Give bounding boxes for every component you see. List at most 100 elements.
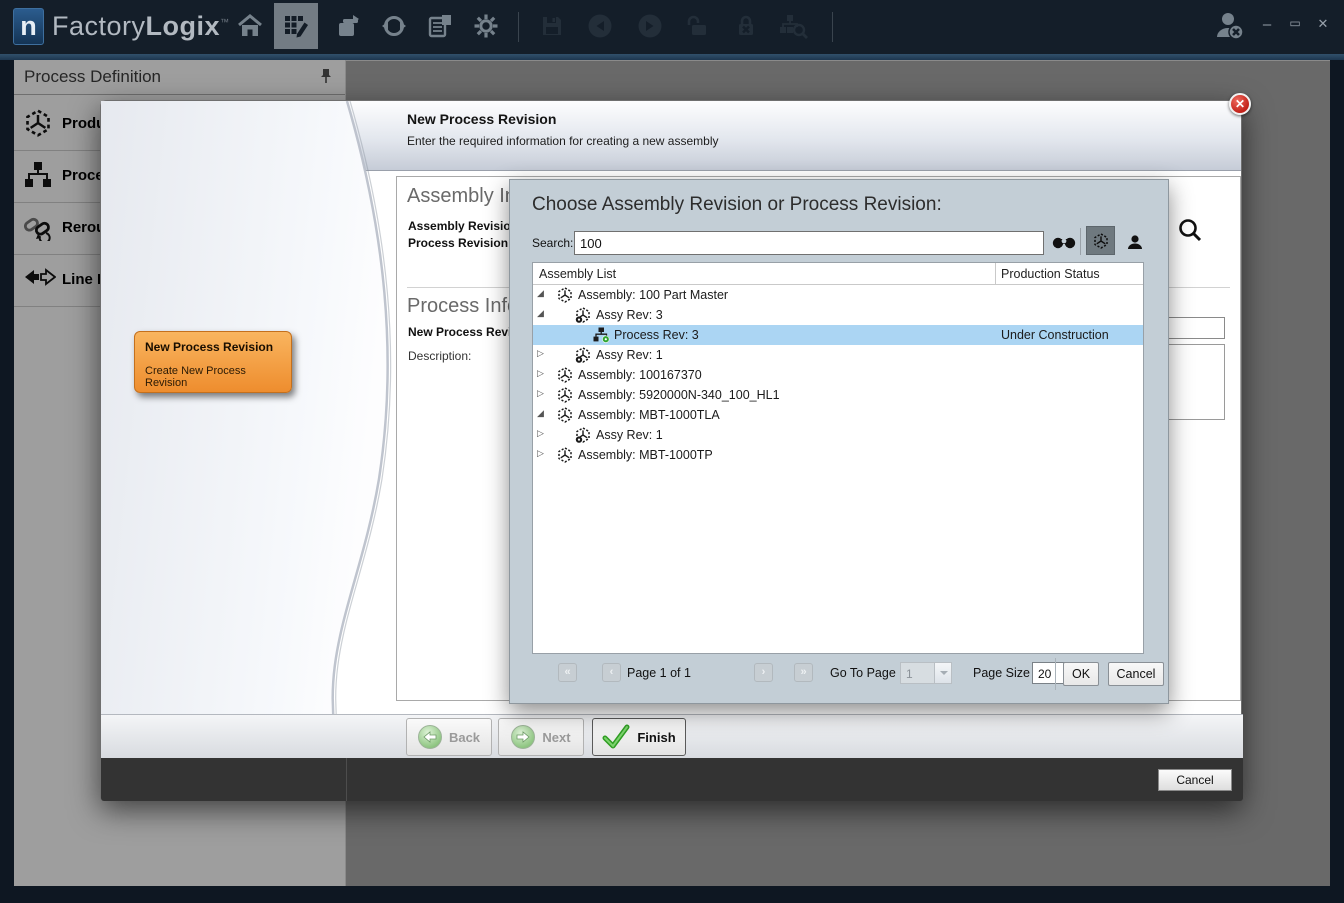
tree-row[interactable]: ◢Assy Rev: 3 [533, 305, 1143, 325]
back-button[interactable]: Back [406, 718, 492, 756]
assy-rev-icon [575, 307, 591, 323]
tree-row-label: Assembly: 5920000N-340_100_HL1 [578, 388, 780, 402]
home-icon[interactable] [228, 3, 272, 49]
assy-rev-icon [575, 347, 591, 363]
org-chart-icon [24, 161, 52, 189]
dialog-title: New Process Revision [407, 111, 556, 127]
sidebar-header: Process Definition [14, 60, 345, 95]
finish-button[interactable]: Finish [592, 718, 686, 756]
assembly-icon [557, 407, 573, 423]
process-info-heading: Process Infor [407, 295, 525, 318]
dialog-subtitle: Enter the required information for creat… [407, 134, 719, 148]
expand-toggle-icon[interactable]: ▷ [537, 348, 549, 359]
page-size-label: Page Size [973, 666, 1030, 680]
dialog-cancel-button[interactable]: Cancel [1158, 769, 1232, 791]
tree-row[interactable]: ◢Assembly: MBT-1000TLA [533, 405, 1143, 425]
first-page-button[interactable]: « [558, 663, 577, 682]
tree-row-label: Assembly: 100167370 [578, 368, 702, 382]
wizard-side-pane [101, 101, 421, 758]
assembly-icon [557, 447, 573, 463]
pin-icon[interactable] [319, 68, 333, 84]
tree-row-label: Assy Rev: 1 [596, 348, 663, 362]
column-divider[interactable] [995, 263, 996, 285]
column-assembly-list[interactable]: Assembly List [539, 267, 616, 281]
assembly-revision-label: Assembly Revisio [408, 219, 511, 233]
dialog-header: New Process Revision Enter the required … [346, 101, 1241, 171]
callout-text: Create New Process Revision [145, 365, 291, 389]
new-process-revision-dialog: New Process Revision Enter the required … [100, 100, 1242, 800]
next-page-button[interactable]: › [754, 663, 773, 682]
assy-rev-icon [575, 427, 591, 443]
tree-row[interactable]: ▷ Assembly: 100167370 [533, 365, 1143, 385]
tree-row[interactable]: ◢ Assembly: 100 Part Master [533, 285, 1143, 305]
tree-row[interactable]: Process Rev: 3Under Construction [533, 325, 1143, 345]
next-button[interactable]: Next [498, 718, 584, 756]
goto-page-select[interactable]: 1 [900, 662, 952, 684]
tree-row[interactable]: ▷ Assembly: 5920000N-340_100_HL1 [533, 385, 1143, 405]
dialog-close-button[interactable]: ✕ [1229, 93, 1251, 115]
maximize-button[interactable]: ▭ [1284, 16, 1306, 30]
popup-cancel-button[interactable]: Cancel [1108, 662, 1164, 686]
chevron-down-icon [934, 663, 951, 683]
brand-name: FactoryLogix™ [52, 11, 230, 42]
lock-cancel-icon[interactable] [724, 3, 768, 49]
new-process-rev-label: New Process Revi [408, 325, 511, 339]
assembly-filter-toggle[interactable] [1086, 226, 1115, 255]
list-header: Assembly List Production Status [533, 263, 1143, 285]
dialog-bottom-strip: Cancel [101, 758, 1243, 801]
pagination-bar: « ‹ Page 1 of 1 › » Go To Page 1 Page Si… [532, 658, 1144, 690]
tree-row-label: Assembly: 100 Part Master [578, 288, 728, 302]
assembly-icon [557, 387, 573, 403]
app-logo: n [13, 8, 44, 45]
titlebar: n FactoryLogix™ – ▭ ✕ [0, 0, 1344, 54]
user-logout-icon[interactable] [1206, 3, 1254, 49]
tree-row[interactable]: ▷ Assembly: MBT-1000TP [533, 445, 1143, 465]
tree-row[interactable]: ▷Assy Rev: 1 [533, 425, 1143, 445]
unlock-icon[interactable] [676, 3, 720, 49]
minimize-button[interactable]: – [1256, 16, 1278, 33]
process-definition-tab-icon[interactable] [274, 3, 318, 49]
collapse-toggle-icon[interactable]: ◢ [537, 308, 549, 319]
person-filter-toggle[interactable] [1121, 229, 1148, 254]
save-icon[interactable] [530, 3, 574, 49]
search-icon[interactable] [1177, 217, 1203, 243]
search-input[interactable] [574, 231, 1044, 255]
expand-toggle-icon[interactable]: ▷ [537, 428, 549, 439]
prev-page-button[interactable]: ‹ [602, 663, 621, 682]
goto-page-label: Go To Page [830, 666, 896, 680]
collapse-toggle-icon[interactable]: ◢ [537, 408, 549, 419]
tree-row[interactable]: ▷ Assy Rev: 1 [533, 345, 1143, 365]
logo-letter: n [20, 11, 37, 41]
line-arrows-icon [24, 265, 56, 289]
close-window-button[interactable]: ✕ [1312, 16, 1334, 32]
assembly-icon [557, 367, 573, 383]
binoculars-icon[interactable] [1052, 234, 1076, 250]
collapse-toggle-icon[interactable]: ◢ [537, 288, 549, 299]
callout-title: New Process Revision [145, 340, 273, 354]
expand-toggle-icon[interactable]: ▷ [537, 388, 549, 399]
ok-button[interactable]: OK [1063, 662, 1099, 686]
last-page-button[interactable]: » [794, 663, 813, 682]
wizard-step-callout: New Process Revision Create New Process … [134, 331, 292, 393]
back-icon[interactable] [578, 3, 622, 49]
chain-links-icon [24, 213, 54, 241]
assembly-list: Assembly List Production Status ◢Assembl… [532, 262, 1144, 654]
sidebar-title: Process Definition [24, 67, 161, 87]
column-production-status[interactable]: Production Status [1001, 267, 1100, 281]
sync-arrows-icon[interactable] [372, 3, 416, 49]
expand-toggle-icon[interactable]: ▷ [537, 448, 549, 459]
expand-toggle-icon[interactable]: ▷ [537, 368, 549, 379]
assembly-icon [557, 287, 573, 303]
report-window-icon[interactable] [418, 3, 462, 49]
popup-title: Choose Assembly Revision or Process Revi… [532, 194, 942, 216]
forward-icon[interactable] [628, 3, 672, 49]
import-stack-icon[interactable] [326, 3, 370, 49]
tree-row-label: Process Rev: 3 [614, 328, 699, 342]
settings-gear-icon[interactable] [464, 3, 508, 49]
assembly-search-icon[interactable] [772, 3, 816, 49]
process-revision-label: Process Revision [408, 236, 508, 250]
pagebar-divider [1055, 658, 1056, 690]
process-rev-icon [593, 327, 610, 343]
tree-row-label: Assembly: MBT-1000TP [578, 448, 713, 462]
toolbar-divider [832, 12, 833, 42]
